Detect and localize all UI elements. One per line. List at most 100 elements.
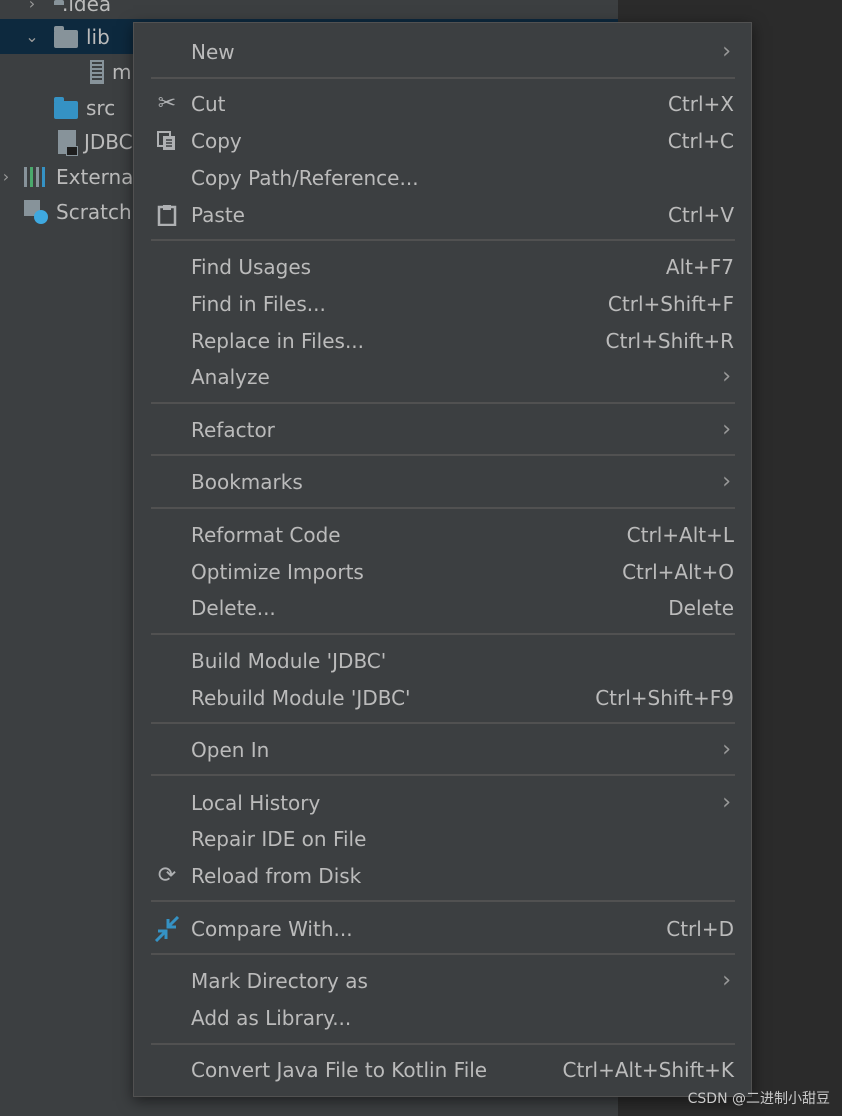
menu-item-label: Convert Java File to Kotlin File [191, 1057, 488, 1082]
menu-separator [151, 722, 735, 724]
menu-item-label: Repair IDE on File [191, 826, 367, 851]
menu-separator [151, 633, 735, 635]
menu-item-label: Optimize Imports [191, 559, 364, 584]
menu-item-refactor[interactable]: Refactor › [134, 411, 751, 448]
menu-item-rebuild-module[interactable]: Rebuild Module 'JDBC' Ctrl+Shift+F9 [134, 679, 751, 716]
menu-separator [151, 77, 735, 79]
tree-node-label: .idea [62, 0, 112, 16]
menu-item-shortcut: Ctrl+D [666, 916, 734, 941]
menu-item-reformat-code[interactable]: Reformat Code Ctrl+Alt+L [134, 516, 751, 553]
tree-node-label: m [112, 59, 132, 84]
menu-item-bookmarks[interactable]: Bookmarks › [134, 463, 751, 500]
menu-separator [151, 774, 735, 776]
menu-item-copy[interactable]: Copy Ctrl+C [134, 122, 751, 159]
watermark: CSDN @二进制小甜豆 [687, 1091, 830, 1107]
reload-icon: ⟳ [157, 863, 177, 888]
submenu-arrow-icon: › [722, 364, 731, 389]
scissors-icon: ✂ [157, 91, 177, 116]
menu-item-shortcut: Ctrl+Alt+Shift+K [562, 1057, 734, 1082]
module-file-icon [58, 129, 78, 156]
menu-item-label: Refactor [191, 417, 275, 442]
menu-item-open-in[interactable]: Open In › [134, 731, 751, 768]
menu-item-new[interactable]: New › [134, 33, 751, 70]
menu-item-label: Add as Library... [191, 1005, 352, 1030]
menu-item-label: Find Usages [191, 254, 312, 279]
menu-item-shortcut: Ctrl+C [667, 128, 734, 153]
chevron-down-icon[interactable]: ⌄ [22, 27, 42, 46]
menu-item-repair-ide[interactable]: Repair IDE on File [134, 820, 751, 857]
menu-item-build-module[interactable]: Build Module 'JDBC' [134, 642, 751, 679]
clipboard-icon [154, 202, 180, 228]
copy-icon [154, 128, 180, 154]
menu-item-shortcut: Ctrl+Shift+F9 [595, 685, 734, 710]
menu-item-label: Rebuild Module 'JDBC' [191, 685, 411, 710]
menu-item-paste[interactable]: Paste Ctrl+V [134, 196, 751, 233]
menu-item-reload-from-disk[interactable]: ⟳ Reload from Disk [134, 857, 751, 894]
menu-item-label: Build Module 'JDBC' [191, 648, 387, 673]
menu-item-optimize-imports[interactable]: Optimize Imports Ctrl+Alt+O [134, 553, 751, 590]
tree-node-label: src [86, 95, 116, 120]
menu-item-cut[interactable]: ✂ Cut Ctrl+X [134, 85, 751, 122]
menu-item-shortcut: Ctrl+X [667, 91, 734, 116]
tree-node-label: lib [86, 24, 110, 49]
menu-separator [151, 1043, 735, 1045]
menu-item-label: Cut [191, 91, 226, 116]
context-menu: New › ✂ Cut Ctrl+X Copy Ctrl+C Copy Path… [133, 22, 752, 1097]
menu-separator [151, 402, 735, 404]
menu-item-label: Reformat Code [191, 522, 341, 547]
tree-node-label: JDBC [84, 129, 133, 154]
menu-item-label: Replace in Files... [191, 328, 365, 353]
menu-item-shortcut: Ctrl+Alt+O [622, 559, 734, 584]
menu-item-delete[interactable]: Delete... Delete [134, 589, 751, 626]
menu-item-label: Copy Path/Reference... [191, 165, 419, 190]
submenu-arrow-icon: › [722, 469, 731, 494]
submenu-arrow-icon: › [722, 417, 731, 442]
menu-item-copy-path[interactable]: Copy Path/Reference... [134, 159, 751, 196]
menu-item-add-as-library[interactable]: Add as Library... [134, 999, 751, 1036]
menu-item-label: Reload from Disk [191, 863, 362, 888]
menu-item-label: Mark Directory as [191, 968, 368, 993]
menu-item-shortcut: Delete [668, 595, 734, 620]
chevron-right-icon[interactable]: › [22, 0, 42, 13]
menu-item-label: Local History [191, 790, 321, 815]
menu-item-shortcut: Ctrl+V [667, 202, 734, 227]
menu-separator [151, 507, 735, 509]
menu-item-label: Copy [191, 128, 242, 153]
tree-node-idea[interactable]: › .idea [0, 0, 618, 21]
menu-separator [151, 900, 735, 902]
menu-item-shortcut: Ctrl+Shift+R [605, 328, 734, 353]
tree-node-label: Scratch [56, 199, 132, 224]
menu-item-label: Analyze [191, 364, 270, 389]
menu-item-shortcut: Alt+F7 [665, 254, 734, 279]
submenu-arrow-icon: › [722, 968, 731, 993]
menu-item-replace-in-files[interactable]: Replace in Files... Ctrl+Shift+R [134, 322, 751, 359]
source-folder-icon [54, 96, 78, 119]
menu-item-compare-with[interactable]: Compare With... Ctrl+D [134, 910, 751, 947]
menu-item-find-in-files[interactable]: Find in Files... Ctrl+Shift+F [134, 285, 751, 322]
tree-node-label: Externa [56, 164, 134, 189]
compare-icon [154, 915, 180, 942]
menu-item-analyze[interactable]: Analyze › [134, 358, 751, 395]
menu-item-find-usages[interactable]: Find Usages Alt+F7 [134, 248, 751, 285]
menu-item-label: Bookmarks [191, 469, 303, 494]
scratches-icon [24, 199, 48, 224]
menu-item-shortcut: Ctrl+Shift+F [607, 291, 734, 316]
submenu-arrow-icon: › [722, 39, 731, 64]
menu-item-label: Open In [191, 737, 270, 762]
submenu-arrow-icon: › [722, 737, 731, 762]
folder-icon [54, 25, 78, 48]
menu-item-label: Delete... [191, 595, 276, 620]
editor-area [752, 0, 842, 1116]
chevron-right-icon[interactable]: › [0, 167, 16, 186]
menu-item-label: Find in Files... [191, 291, 326, 316]
menu-item-local-history[interactable]: Local History › [134, 784, 751, 821]
menu-item-convert-java-to-kotlin[interactable]: Convert Java File to Kotlin File Ctrl+Al… [134, 1051, 751, 1088]
menu-item-mark-directory-as[interactable]: Mark Directory as › [134, 962, 751, 999]
jar-icon [90, 59, 104, 84]
submenu-arrow-icon: › [722, 790, 731, 815]
menu-separator [151, 953, 735, 955]
menu-separator [151, 239, 735, 241]
menu-item-shortcut: Ctrl+Alt+L [626, 522, 734, 547]
menu-item-label: New [191, 39, 235, 64]
menu-item-label: Paste [191, 202, 245, 227]
